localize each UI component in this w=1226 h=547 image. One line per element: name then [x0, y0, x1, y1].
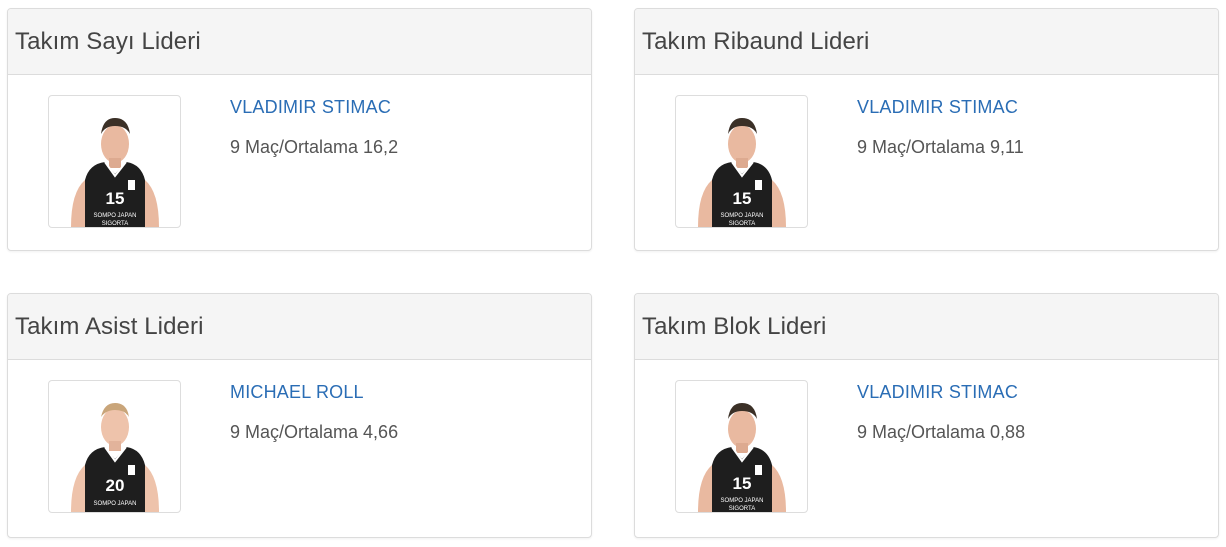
player-photo[interactable]: 20 SOMPO JAPAN — [48, 380, 181, 513]
player-photo-image: 15 SOMPO JAPAN SIGORTA — [71, 118, 159, 227]
panel-body: 20 SOMPO JAPAN MICHAEL ROLL 9 Maç/Ortala… — [8, 360, 591, 536]
panel-title: Takım Blok Lideri — [642, 312, 827, 340]
panel-heading: Takım Asist Lideri — [8, 294, 591, 360]
player-stat: 9 Maç/Ortalama 4,66 — [230, 422, 399, 442]
jersey-sponsor: SOMPO JAPAN — [721, 498, 764, 504]
jersey-sponsor-2: SIGORTA — [102, 221, 128, 227]
jersey-sponsor: SOMPO JAPAN — [94, 501, 137, 507]
player-photo[interactable]: 15 SOMPO JAPAN SIGORTA — [48, 95, 181, 228]
panel-heading: Takım Ribaund Lideri — [635, 9, 1218, 75]
panel-body: 15 SOMPO JAPAN SIGORTA VLADIMIR STIMAC 9… — [8, 75, 591, 250]
panel-title: Takım Sayı Lideri — [15, 27, 201, 55]
panel-body: 15 SOMPO JAPAN SIGORTA VLADIMIR STIMAC 9… — [635, 360, 1218, 536]
player-name-link[interactable]: VLADIMIR STIMAC — [857, 97, 1018, 118]
player-photo[interactable]: 15 SOMPO JAPAN SIGORTA — [675, 380, 808, 513]
jersey-number: 15 — [733, 474, 752, 493]
panel-heading: Takım Sayı Lideri — [8, 9, 591, 75]
jersey-number: 15 — [733, 189, 752, 208]
jersey-number: 20 — [106, 476, 125, 495]
player-stat: 9 Maç/Ortalama 0,88 — [857, 422, 1026, 442]
jersey-sponsor-2: SIGORTA — [729, 506, 755, 512]
player-stat: 9 Maç/Ortalama 9,11 — [857, 137, 1024, 157]
player-photo[interactable]: 15 SOMPO JAPAN SIGORTA — [675, 95, 808, 228]
player-name-link[interactable]: MICHAEL ROLL — [230, 382, 364, 403]
player-photo-image: 20 SOMPO JAPAN — [71, 403, 159, 512]
assists-leader-panel: Takım Asist Lideri 20 SOMPO JAPAN MICHAE… — [7, 293, 592, 538]
panel-body: 15 SOMPO JAPAN SIGORTA VLADIMIR STIMAC 9… — [635, 75, 1218, 250]
jersey-sponsor: SOMPO JAPAN — [94, 213, 137, 219]
jersey-number: 15 — [106, 189, 125, 208]
jersey-sponsor: SOMPO JAPAN — [721, 213, 764, 219]
panel-title: Takım Ribaund Lideri — [642, 27, 870, 55]
panel-heading: Takım Blok Lideri — [635, 294, 1218, 360]
player-photo-image: 15 SOMPO JAPAN SIGORTA — [698, 118, 786, 227]
player-stat: 9 Maç/Ortalama 16,2 — [230, 137, 399, 157]
panel-title: Takım Asist Lideri — [15, 312, 204, 340]
rebounds-leader-panel: Takım Ribaund Lideri 15 SOMPO JAPAN SIGO… — [634, 8, 1219, 251]
jersey-sponsor-2: SIGORTA — [729, 221, 755, 227]
points-leader-panel: Takım Sayı Lideri 15 SOMPO JAPAN SIGORTA… — [7, 8, 592, 251]
player-name-link[interactable]: VLADIMIR STIMAC — [230, 97, 391, 118]
blocks-leader-panel: Takım Blok Lideri 15 SOMPO JAPAN SIGORTA… — [634, 293, 1219, 538]
player-name-link[interactable]: VLADIMIR STIMAC — [857, 382, 1018, 403]
player-photo-image: 15 SOMPO JAPAN SIGORTA — [698, 403, 786, 512]
